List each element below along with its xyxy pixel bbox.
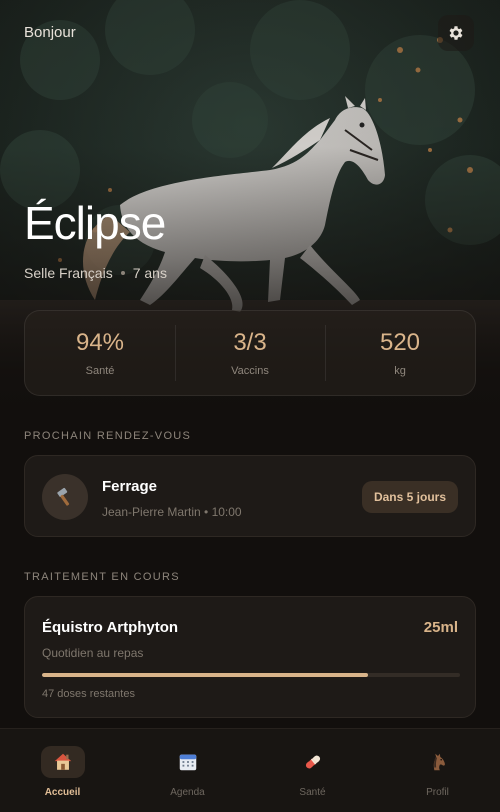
stat-value: 94% [75,329,125,356]
nav-item-profile[interactable]: Profil [375,729,500,812]
nav-icon-wrap [416,746,460,778]
stats-card: 94% Santé 3/3 Vaccins 520 kg [24,310,476,396]
nav-label: Agenda [170,787,205,798]
separator-dot [120,271,125,275]
nav-item-agenda[interactable]: Agenda [125,729,250,812]
stat-weight: 520 kg [325,311,475,395]
nav-item-health[interactable]: Santé [250,729,375,812]
calendar-icon [179,754,196,771]
bottom-nav: Accueil Agenda Santé Profil [0,728,500,812]
nav-label: Accueil [44,787,81,798]
house-icon [54,753,71,770]
pill-icon [305,755,320,769]
treatment-progress-bar [42,673,460,677]
appointment-subtitle: Jean-Pierre Martin • 10:00 [102,505,242,519]
stat-vaccines: 3/3 Vaccins [175,311,325,395]
horse-breed: Selle Français [24,265,113,281]
horse-name: Éclipse [24,197,166,249]
appointment-title: Ferrage [102,478,158,495]
treatment-progress-fill [42,673,369,677]
horse-age: 7 ans [132,265,167,281]
horse-meta: Selle Français 7 ans [24,265,167,281]
treatment-frequency: Quotidien au repas [42,646,144,660]
greeting-text: Bonjour [24,24,76,41]
stat-health: 94% Santé [25,311,175,395]
appointment-countdown-badge: Dans 5 jours [361,481,458,513]
section-title-appointment: PROCHAIN RENDEZ-VOUS [24,430,192,442]
stat-value: 3/3 [233,329,267,356]
appointment-icon-wrap [42,474,88,520]
stat-value: 520 [379,329,421,356]
nav-label: Santé [299,787,326,798]
hammer-icon [57,487,70,506]
nav-icon-wrap [40,746,85,778]
nav-icon-wrap [166,746,210,778]
horse-head-icon [433,753,445,771]
stat-label: Santé [85,365,115,377]
treatment-title: Équistro Artphyton [42,619,179,636]
appointment-card[interactable]: Ferrage Jean-Pierre Martin • 10:00 Dans … [24,455,476,537]
nav-item-home[interactable]: Accueil [0,729,125,812]
settings-button[interactable] [438,15,474,51]
gear-icon [449,26,463,40]
stat-label: kg [394,365,406,377]
nav-icon-wrap [291,746,335,778]
treatment-dose: 25ml [423,619,458,636]
nav-label: Profil [426,787,449,798]
treatment-card[interactable]: Équistro Artphyton 25ml Quotidien au rep… [24,596,476,718]
stat-label: Vaccins [231,365,269,377]
section-title-treatment: TRAITEMENT EN COURS [24,571,180,583]
treatment-remaining: 47 doses restantes [42,688,135,700]
